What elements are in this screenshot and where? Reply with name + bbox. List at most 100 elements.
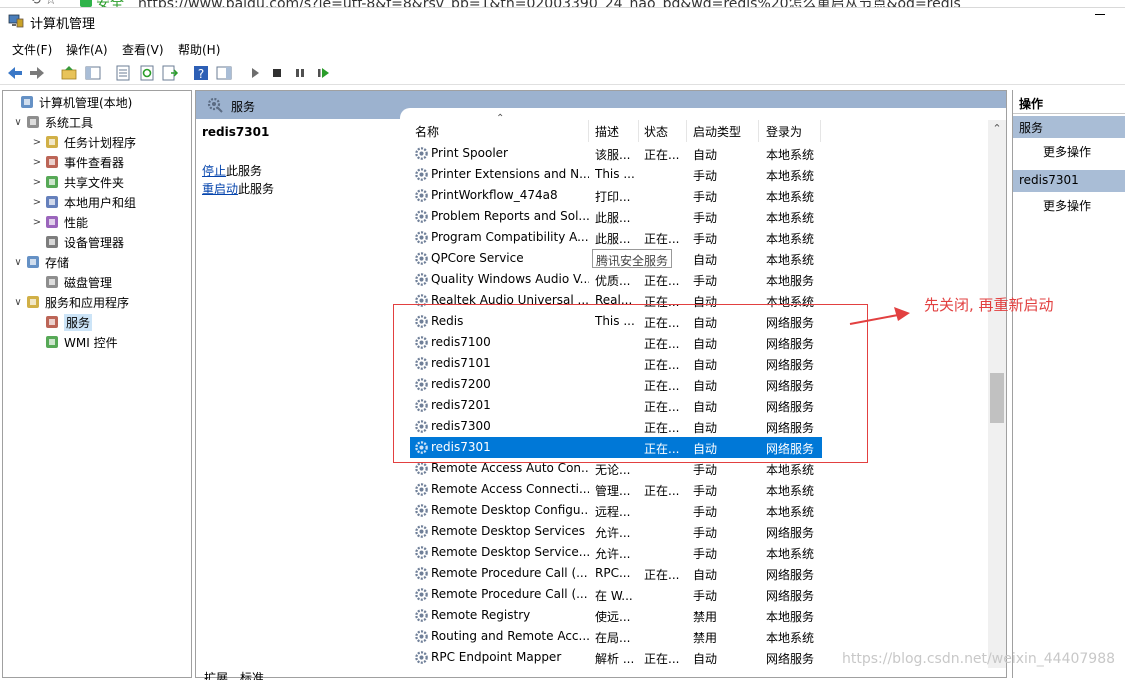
service-row[interactable]: Problem Reports and Sol... 此服... 手动 本地系统 (410, 206, 822, 227)
expand-chevron-icon[interactable]: ∨ (11, 297, 25, 308)
refresh-icon[interactable] (138, 64, 156, 82)
column-separator[interactable] (820, 120, 821, 142)
tree-item[interactable]: > 共享文件夹 (30, 172, 124, 192)
menu-help[interactable]: 帮助(H) (178, 41, 220, 58)
service-name: Remote Registry (431, 608, 531, 622)
tree-item[interactable]: WMI 控件 (30, 332, 118, 352)
tab-standard[interactable]: 标准 (240, 668, 264, 680)
disk-management-icon (46, 276, 58, 288)
column-description[interactable]: 描述 (595, 123, 619, 140)
back-arrow-icon[interactable] (6, 64, 24, 82)
service-logon: 本地系统 (766, 148, 815, 162)
service-row[interactable]: Remote Desktop Service... 允许... 手动 本地系统 (410, 542, 822, 563)
stop-service-link[interactable]: 停止 (202, 164, 226, 178)
task-scheduler-icon (46, 136, 58, 148)
tree-item[interactable]: > 性能 (30, 212, 88, 232)
stop-service-icon[interactable] (268, 64, 286, 82)
collapse-chevron-icon[interactable]: > (30, 137, 44, 148)
properties-icon[interactable] (114, 64, 132, 82)
start-service-icon[interactable] (246, 64, 264, 82)
browser-strip: ⟲ ☆ 安全 https://www.baidu.com/s?ie=utf-8&… (0, 0, 1125, 8)
service-gear-icon (415, 189, 428, 202)
export-list-icon[interactable] (161, 64, 179, 82)
up-folder-icon[interactable] (60, 64, 78, 82)
tab-extended[interactable]: 扩展 (204, 668, 228, 680)
tree-item[interactable]: ∨ 系统工具 (11, 112, 93, 132)
service-row[interactable]: Remote Procedure Call (... 在 W... 手动 网络服务 (410, 584, 822, 605)
collapse-chevron-icon[interactable]: > (30, 197, 44, 208)
minimize-icon[interactable] (1095, 14, 1105, 15)
expand-chevron-icon[interactable]: ∨ (11, 117, 25, 128)
service-row[interactable]: Routing and Remote Acc... 在局... 禁用 本地系统 (410, 626, 822, 647)
forward-arrow-icon[interactable] (28, 64, 46, 82)
service-row[interactable]: Printer Extensions and N... This ... 手动 本地系… (410, 164, 822, 185)
collapse-chevron-icon[interactable]: > (30, 217, 44, 228)
service-row[interactable]: Remote Desktop Configu... 远程... 手动 本地系统 (410, 500, 822, 521)
actions-section-services[interactable]: 服务 (1013, 116, 1125, 138)
column-separator[interactable] (686, 120, 687, 142)
column-separator[interactable] (758, 120, 759, 142)
browser-nav-icons[interactable]: ⟲ ☆ (30, 0, 57, 7)
tree-item[interactable]: 磁盘管理 (30, 272, 112, 292)
service-name: Program Compatibility A... (431, 230, 589, 244)
actions-section-redis7301[interactable]: redis7301 (1013, 170, 1125, 192)
service-row[interactable]: Remote Access Connecti... 管理... 正在... 手动 本地系… (410, 479, 822, 500)
service-gear-icon (415, 651, 428, 664)
tree-item-label: 本地用户和组 (64, 195, 137, 210)
service-name: Remote Procedure Call (... (431, 587, 588, 601)
tree-item-label: 共享文件夹 (64, 175, 125, 190)
service-startup-type: 手动 (693, 484, 718, 498)
service-row[interactable]: Program Compatibility A... 此服... 正在... 手动 本地… (410, 227, 822, 248)
collapse-chevron-icon[interactable]: > (30, 157, 44, 168)
tree-item-label: WMI 控件 (64, 335, 118, 350)
tree-item[interactable]: 服务 (30, 312, 93, 332)
tree-item[interactable]: > 任务计划程序 (30, 132, 136, 152)
service-row[interactable]: RPC Endpoint Mapper 解析 ... 正在... 自动 网络服务 (410, 647, 822, 668)
column-name[interactable]: 名称 (415, 123, 439, 140)
menu-view[interactable]: 查看(V) (122, 41, 164, 58)
actions-title: 操作 (1013, 92, 1125, 114)
column-status[interactable]: 状态 (644, 123, 668, 140)
services-gear-icon (207, 97, 223, 113)
service-gear-icon (415, 147, 428, 160)
scrollbar-thumb[interactable] (990, 373, 1004, 423)
browser-url[interactable]: https://www.baidu.com/s?ie=utf-8&f=8&rsv… (138, 0, 961, 7)
column-separator[interactable] (588, 120, 589, 142)
service-row[interactable]: Quality Windows Audio V... 优质... 正在... 手动 本地… (410, 269, 822, 290)
tree-item[interactable]: ∨ 服务和应用程序 (11, 292, 129, 312)
restart-service-link[interactable]: 重启动 (202, 182, 238, 196)
services-header-title: 服务 (231, 100, 256, 114)
menu-file[interactable]: 文件(F) (12, 41, 52, 58)
service-row[interactable]: PrintWorkflow_474a8 打印... 手动 本地系统 (410, 185, 822, 206)
column-logon-as[interactable]: 登录为 (766, 123, 802, 140)
service-logon: 本地系统 (766, 190, 815, 204)
system-tools-icon (27, 116, 39, 128)
pause-service-icon[interactable] (291, 64, 309, 82)
collapse-chevron-icon[interactable]: > (30, 177, 44, 188)
restart-service-icon[interactable] (314, 64, 332, 82)
help-icon[interactable]: ? (192, 64, 210, 82)
more-actions-redis7301[interactable]: 更多操作 (1043, 197, 1091, 214)
column-startup-type[interactable]: 启动类型 (693, 123, 741, 140)
computer-management-icon (21, 96, 33, 108)
service-row[interactable]: Remote Procedure Call (... RPC... 正在... 自动 网… (410, 563, 822, 584)
service-gear-icon (415, 210, 428, 223)
tree-item[interactable]: 设备管理器 (30, 232, 124, 252)
service-row[interactable]: Remote Registry 使远... 禁用 本地服务 (410, 605, 822, 626)
tree-item-label: 任务计划程序 (64, 135, 137, 150)
action-pane-icon[interactable] (215, 64, 233, 82)
show-hide-tree-icon[interactable] (84, 64, 102, 82)
more-actions-services[interactable]: 更多操作 (1043, 143, 1091, 160)
tree-item[interactable]: 计算机管理(本地) (5, 92, 132, 112)
tree-item[interactable]: ∨ 存储 (11, 252, 69, 272)
column-separator[interactable] (638, 120, 639, 142)
tree-item[interactable]: > 事件查看器 (30, 152, 124, 172)
service-row[interactable]: Remote Desktop Services 允许... 手动 网络服务 (410, 521, 822, 542)
service-description: 该服... (595, 148, 631, 162)
tree-item-label: 存储 (45, 255, 70, 270)
menu-action[interactable]: 操作(A) (66, 41, 108, 58)
service-row[interactable]: Print Spooler 该服... 正在... 自动 本地系统 (410, 143, 822, 164)
tree-item[interactable]: > 本地用户和组 (30, 192, 136, 212)
scroll-up-arrow-icon[interactable]: ⌃ (990, 122, 1004, 136)
expand-chevron-icon[interactable]: ∨ (11, 257, 25, 268)
